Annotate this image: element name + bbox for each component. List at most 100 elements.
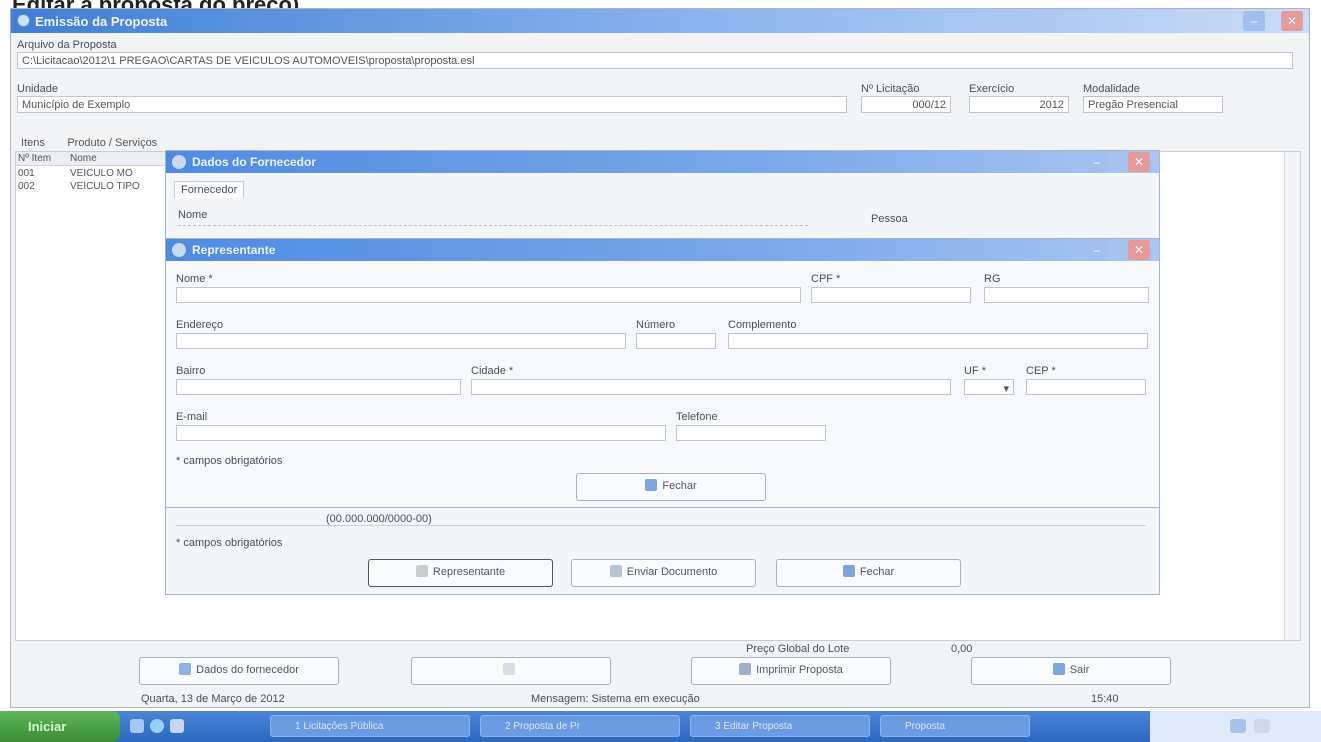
exercicio-field[interactable]: 2012 [969,96,1069,113]
bairro-field[interactable] [176,379,461,395]
taskbar: Iniciar 1 Licitações Pública 2 Proposta … [0,711,1321,742]
window-icon [172,243,186,257]
nome-label: Nome * [176,273,213,285]
total-value: 0,00 [951,643,973,655]
cpf-cnpj-value: (00.000.000/0000-00) [326,513,432,525]
endereco-field[interactable] [176,333,626,349]
telefone-field[interactable] [676,425,826,441]
licitacao-field[interactable]: 000/12 [861,96,951,113]
status-date: Quarta, 13 de Março de 2012 [141,693,285,705]
rep-minimize-button[interactable]: – [1086,240,1108,260]
document-icon [502,663,515,675]
uf-label: UF * [964,365,986,377]
numero-field[interactable] [636,333,716,349]
task-item[interactable]: 1 Licitações Pública [270,715,470,737]
exit-button[interactable]: Sair [971,657,1171,685]
system-tray [1150,711,1321,742]
desktop-icon[interactable] [170,719,184,733]
printer-icon [739,663,752,675]
supplier-close-button[interactable]: ✕ [1128,152,1150,172]
supplier-minimize-button[interactable]: – [1086,152,1108,172]
cep-field[interactable] [1026,379,1146,395]
bairro-label: Bairro [176,365,206,377]
uf-select[interactable]: ▾ [964,379,1014,395]
quicklaunch-icon[interactable] [130,719,144,733]
app-icon [17,14,30,27]
rg-field[interactable] [984,287,1149,303]
divider [176,525,1146,526]
telefone-label: Telefone [676,411,718,423]
main-title: Emissão da Proposta [35,14,168,29]
list-scrollbar[interactable] [1284,152,1300,640]
exercicio-label: Exercício [969,83,1015,95]
disabled-button[interactable] [411,657,611,685]
minimize-button[interactable]: – [1243,11,1265,31]
tab-itens[interactable]: Itens [21,137,45,149]
send-document-button[interactable]: Enviar Documento [571,559,756,587]
main-tabs: Itens Produto / Serviços [21,133,175,151]
send-icon [609,565,622,577]
numero-label: Número [636,319,676,331]
complemento-field[interactable] [728,333,1148,349]
tray-icon[interactable] [1254,719,1270,733]
nome-field[interactable] [176,287,801,303]
close-button[interactable]: ✕ [1281,11,1303,31]
pessoa-label: Pessoa [871,213,908,225]
email-field[interactable] [176,425,666,441]
supplier-name-label: Nome [178,209,208,221]
task-item[interactable]: 3 Editar Proposta [690,715,870,737]
tab-fornecedor[interactable]: Fornecedor [174,181,245,198]
col-num-header[interactable]: Nº Item [18,153,51,164]
gear-icon [179,663,192,675]
task-item[interactable]: 2 Proposta de Pr [480,715,680,737]
entity-label: Unidade [17,83,58,95]
cidade-field[interactable] [471,379,951,395]
start-button[interactable]: Iniciar [0,711,120,742]
entity-field[interactable]: Município de Exemplo [17,96,847,113]
main-titlebar: Emissão da Proposta [11,9,1309,33]
modalidade-label: Modalidade [1083,83,1140,95]
status-time: 15:40 [1091,693,1119,705]
required-note: * campos obrigatórios [176,455,283,467]
table-row[interactable]: 002 VEICULO TIPO [18,181,140,193]
status-message: Mensagem: Sistema em execução [531,693,700,705]
representative-title: Representante [192,243,276,257]
supplier-title: Dados do Fornecedor [192,155,317,169]
supplier-titlebar: Dados do Fornecedor [166,151,1159,173]
rep-close-button[interactable]: ✕ [1128,240,1150,260]
print-proposal-button[interactable]: Imprimir Proposta [691,657,891,685]
cpf-field[interactable] [811,287,971,303]
modalidade-field[interactable]: Pregão Presencial [1083,96,1223,113]
cpf-label: CPF * [811,273,841,285]
rg-label: RG [984,273,1001,285]
table-row[interactable]: 001 VEICULO MO [18,168,133,180]
supplier-name-field[interactable] [178,225,808,226]
endereco-label: Endereço [176,319,224,331]
licitacao-label: Nº Licitação [861,83,920,95]
task-item[interactable]: Proposta [880,715,1030,737]
close-door-icon [842,565,855,577]
representative-window: Representante – ✕ Nome * CPF * RG Endere… [165,238,1160,508]
required-note: * campos obrigatórios [176,537,283,549]
representative-titlebar: Representante [166,239,1159,261]
supplier-data-button[interactable]: Dados do fornecedor [139,657,339,685]
tab-produtos[interactable]: Produto / Serviços [67,137,157,149]
col-name-header[interactable]: Nome [70,153,97,164]
user-icon [415,565,428,577]
complemento-label: Complemento [728,319,797,331]
exit-icon [1052,663,1065,675]
archive-field[interactable]: C:\Licitacao\2012\1 PREGAO\CARTAS DE VEI… [17,52,1293,69]
archive-label: Arquivo da Proposta [17,39,117,51]
tray-icon[interactable] [1230,719,1246,733]
rep-close-action-button[interactable]: Fechar [576,473,766,501]
cidade-label: Cidade * [471,365,514,377]
browser-icon[interactable] [150,719,164,733]
items-list-header: Nº Item Nome [16,152,166,166]
supplier-close-action-button[interactable]: Fechar [776,559,961,587]
window-icon [172,155,186,169]
total-label: Preço Global do Lote [746,643,850,655]
cep-label: CEP * [1026,365,1056,377]
representative-button[interactable]: Representante [368,559,553,587]
close-door-icon [645,479,658,491]
email-label: E-mail [176,411,208,423]
